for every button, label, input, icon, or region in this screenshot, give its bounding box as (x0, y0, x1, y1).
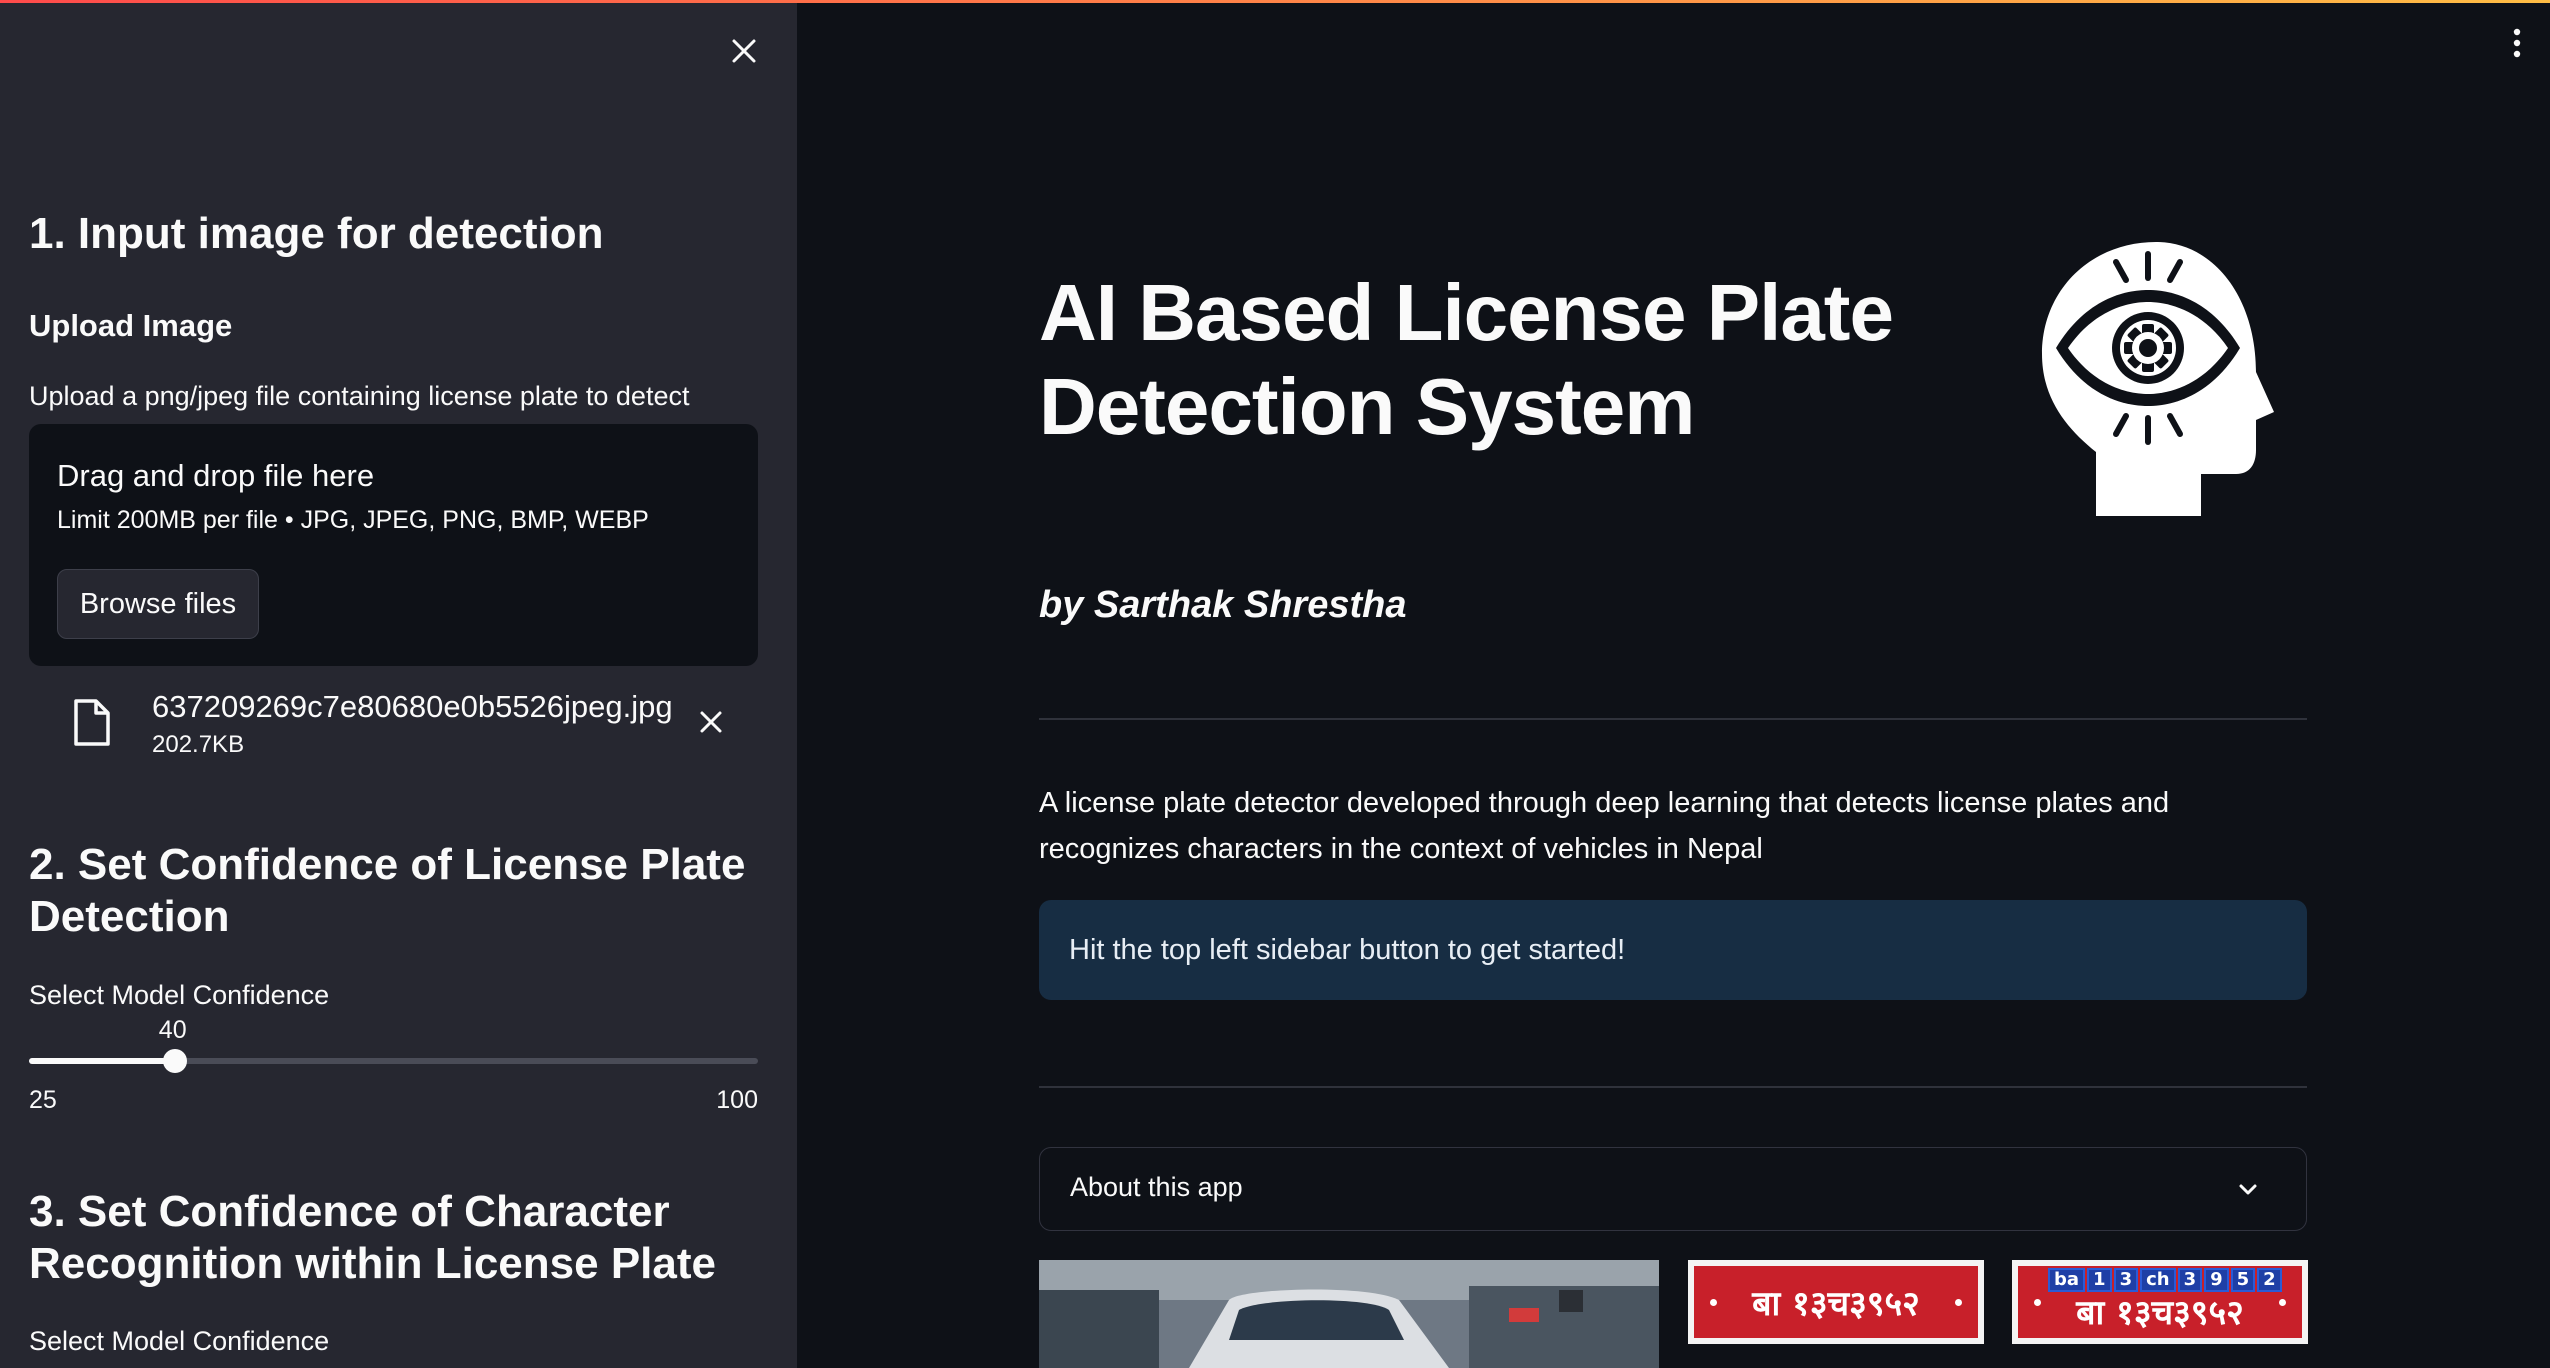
sidebar: 1. Input image for detection Upload Imag… (0, 3, 797, 1368)
file-icon (70, 698, 114, 748)
slider1-label: Select Model Confidence (29, 980, 330, 1010)
character-box: ch (2140, 1268, 2176, 1292)
vehicle-photo (1039, 1260, 1659, 1368)
slider2-label: Select Model Confidence (29, 1326, 330, 1356)
section-title-char-confidence: 3. Set Confidence of Character Recogniti… (29, 1187, 716, 1288)
divider (1039, 718, 2307, 720)
browse-files-button[interactable]: Browse files (57, 569, 259, 639)
author-byline: by Sarthak Shrestha (1039, 584, 1407, 626)
dropzone-title: Drag and drop file here (57, 458, 375, 493)
upload-label: Upload a png/jpeg file containing licens… (29, 381, 690, 411)
plate-text: बा १३च३९५२ (2076, 1293, 2244, 1333)
upload-heading: Upload Image (29, 308, 233, 343)
uploaded-file-size: 202.7KB (152, 731, 245, 758)
slider1-min: 25 (29, 1086, 57, 1114)
slider1-fill (29, 1058, 175, 1064)
divider (1039, 1086, 2307, 1088)
app-description: A license plate detector developed throu… (1039, 787, 2170, 865)
menu-icon[interactable] (2502, 26, 2532, 60)
page-title: AI Based License Plate Detection System (1039, 268, 1894, 451)
character-box: 3 (2113, 1268, 2139, 1292)
plate-recognized-image: ba 1 3 ch 3 9 5 2 बा १३च३९५२ (2012, 1260, 2308, 1344)
plate-crop-image: बा १३च३९५२ (1688, 1260, 1984, 1344)
chevron-down-icon (2234, 1176, 2262, 1204)
recognized-character-boxes: ba 1 3 ch 3 9 5 2 (2048, 1268, 2282, 1292)
plate-confidence-slider[interactable] (29, 1049, 758, 1073)
character-box: 3 (2177, 1268, 2203, 1292)
plate-text: बा १३च३९५२ (1752, 1284, 1920, 1324)
uploaded-file-name: 637209269c7e80680e0b5526jpeg.jpg (152, 689, 673, 724)
section-title-input: 1. Input image for detection (29, 209, 604, 258)
expander-label: About this app (1070, 1172, 1243, 1202)
character-box: 2 (2257, 1268, 2282, 1292)
info-alert: Hit the top left sidebar button to get s… (1039, 900, 2307, 1000)
brain-eye-icon (2036, 238, 2278, 520)
character-box: 1 (2087, 1268, 2112, 1292)
character-box: 9 (2204, 1268, 2229, 1292)
character-box: ba (2048, 1268, 2086, 1292)
about-expander[interactable]: About this app (1039, 1147, 2307, 1231)
remove-icon[interactable] (694, 705, 728, 739)
slider1-max: 100 (716, 1086, 758, 1114)
file-dropzone[interactable]: Drag and drop file here Limit 200MB per … (29, 424, 758, 666)
close-icon[interactable] (722, 29, 766, 73)
dropzone-limit: Limit 200MB per file • JPG, JPEG, PNG, B… (57, 506, 649, 534)
slider1-value: 40 (158, 1016, 187, 1044)
character-box: 5 (2230, 1268, 2256, 1292)
slider1-thumb[interactable] (162, 1049, 187, 1073)
section-title-plate-confidence: 2. Set Confidence of License Plate Detec… (29, 840, 746, 941)
